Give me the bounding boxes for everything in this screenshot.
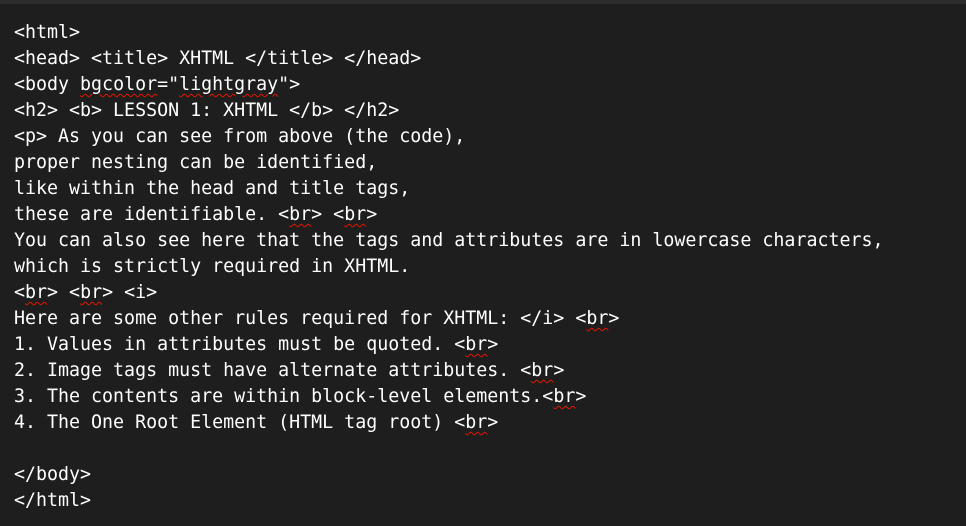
code-line: <p> As you can see from above (the code)… [14,124,884,150]
code-token: > [608,308,620,329]
code-token: < [14,282,26,303]
misspelled-word: br [25,282,48,303]
code-token: <html> [14,22,81,43]
code-token: <body [14,74,81,95]
code-line: <br> <br> <i> [14,280,884,306]
code-line: </html> [14,488,884,514]
misspelled-word: lightgray [179,74,279,95]
code-token: <head> <title> XHTML </title> </head> [14,48,422,69]
misspelled-word: br [553,386,576,407]
code-line: 4. The One Root Element (HTML tag root) … [14,410,884,436]
code-line: 1. Values in attributes must be quoted. … [14,332,884,358]
code-token: > < [311,204,345,225]
code-token: proper nesting can be identified, [14,152,378,173]
misspelled-word: br [465,412,488,433]
misspelled-word: br [531,360,554,381]
code-token: <h2> <b> LESSON 1: XHTML </b> </h2> [14,100,400,121]
misspelled-word: br [344,204,367,225]
misspelled-word: bgcolor [80,74,158,95]
code-token: > [487,412,499,433]
code-token: > [575,386,587,407]
code-token: <p> As you can see from above (the code)… [14,126,466,147]
code-token: You can also see here that the tags and … [14,230,884,251]
code-token: 4. The One Root Element (HTML tag root) … [14,412,466,433]
code-token: 3. The contents are within block-level e… [14,386,554,407]
code-line: You can also see here that the tags and … [14,228,884,254]
code-line: Here are some other rules required for X… [14,306,884,332]
code-line: <body bgcolor="lightgray"> [14,72,884,98]
code-line: like within the head and title tags, [14,176,884,202]
code-token: =" [157,74,180,95]
code-token: 1. Values in attributes must be quoted. … [14,334,466,355]
code-token: > [366,204,378,225]
misspelled-word: br [80,282,103,303]
code-line: <html> [14,20,884,46]
code-line: 2. Image tags must have alternate attrib… [14,358,884,384]
code-token: 2. Image tags must have alternate attrib… [14,360,532,381]
code-token: > < [47,282,81,303]
misspelled-word: br [586,308,609,329]
code-token: </body> [14,464,92,485]
misspelled-word: br [465,334,488,355]
code-line: which is strictly required in XHTML. [14,254,884,280]
code-token: > [487,334,499,355]
code-token: Here are some other rules required for X… [14,308,587,329]
code-line: <head> <title> XHTML </title> </head> [14,46,884,72]
code-token: > [553,360,565,381]
code-line: proper nesting can be identified, [14,150,884,176]
code-token: "> [278,74,301,95]
code-line: these are identifiable. <br> <br> [14,202,884,228]
code-token: like within the head and title tags, [14,178,411,199]
code-token: </html> [14,490,92,511]
code-token: > <i> [102,282,158,303]
code-text-area[interactable]: <html> <head> <title> XHTML </title> </he… [14,20,884,514]
code-token: these are identifiable. < [14,204,290,225]
code-line: </body> [14,462,884,488]
misspelled-word: br [289,204,312,225]
editor-top-border [0,0,966,4]
code-token: which is strictly required in XHTML. [14,256,411,277]
code-line: <h2> <b> LESSON 1: XHTML </b> </h2> [14,98,884,124]
code-line: 3. The contents are within block-level e… [14,384,884,410]
code-editor[interactable]: <html> <head> <title> XHTML </title> </he… [0,0,966,526]
